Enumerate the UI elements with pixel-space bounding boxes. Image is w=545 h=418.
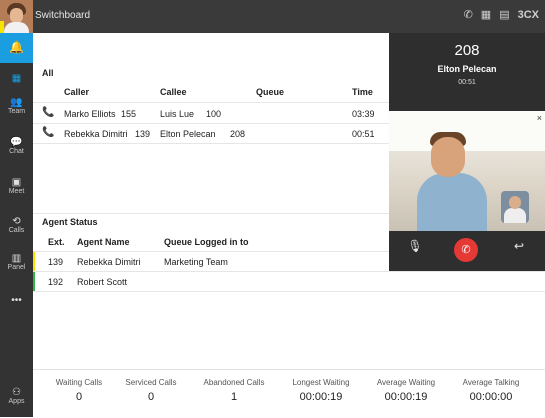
callee-ext: 100	[206, 109, 222, 119]
sidebar-item-label: Calls	[8, 227, 25, 234]
call-time: 00:51	[352, 129, 375, 139]
close-icon[interactable]: ×	[537, 113, 542, 123]
call-contact-name: Elton Pelecan	[437, 64, 497, 74]
divider	[33, 291, 545, 292]
divider	[33, 271, 545, 272]
agent-status-indicator	[33, 272, 35, 291]
chart-icon: ▥	[11, 253, 22, 264]
agent-ext: 139	[48, 257, 64, 267]
stat-average-talking: Average Talking 00:00:00	[462, 378, 520, 403]
apps-icon: ⚇	[12, 387, 21, 398]
sidebar-item-meet[interactable]: ▣ Meet	[0, 177, 33, 205]
column-header-ext: Ext.	[48, 237, 65, 247]
agent-queue: Marketing Team	[164, 257, 228, 267]
column-header-callee: Callee	[160, 87, 187, 97]
sidebar-item-label: Meet	[8, 188, 25, 195]
stat-average-waiting: Average Waiting 00:00:19	[376, 378, 436, 403]
agent-name: Rebekka Dimitri	[77, 257, 141, 267]
call-extension: 208	[454, 42, 480, 59]
bell-icon: 🔔	[9, 40, 24, 54]
stat-serviced-calls: Serviced Calls 0	[125, 378, 177, 403]
agent-ext: 192	[48, 277, 64, 287]
column-header-time: Time	[352, 87, 373, 97]
video-feed: ×	[389, 111, 545, 231]
brand-logo: 3CX	[517, 8, 539, 21]
stat-waiting-calls: Waiting Calls 0	[55, 378, 103, 403]
user-avatar[interactable]	[0, 0, 33, 33]
column-header-queue-logged: Queue Logged in to	[164, 237, 249, 247]
call-time: 03:39	[352, 109, 375, 119]
self-video-preview	[501, 191, 529, 223]
active-call-panel: 208 Elton Pelecan 00:51 × 🎙 ✆ ↩	[389, 33, 545, 271]
sidebar-item-label: Apps	[8, 398, 25, 405]
phone-icon[interactable]: ✆	[464, 8, 473, 21]
sidebar-item-chat[interactable]: 💬 Chat	[0, 137, 33, 165]
top-icons: ✆ ▦ ▤ 3CX	[464, 8, 539, 22]
sidebar-item-label: Chat	[9, 148, 24, 155]
sidebar-item-notifications[interactable]: 🔔	[0, 33, 33, 63]
phone-icon: 📞	[42, 127, 55, 138]
column-header-caller: Caller	[64, 87, 90, 97]
call-controls: 🎙 ✆ ↩	[389, 231, 545, 271]
agent-status-title: Agent Status	[42, 217, 98, 227]
stat-abandoned-calls: Abandoned Calls 1	[203, 378, 265, 403]
column-header-queue: Queue	[256, 87, 285, 97]
caller-name: Marko Elliots	[64, 109, 116, 119]
callee-name: Luis Lue	[160, 109, 195, 119]
microphone-icon[interactable]: 🎙	[403, 239, 427, 253]
caller-ext: 155	[121, 109, 137, 119]
qr-code-icon[interactable]: ▦	[481, 8, 491, 21]
meet-icon: ▣	[11, 177, 22, 188]
windows-icon: ▦	[11, 73, 22, 84]
history-icon: ⟲	[12, 216, 21, 227]
caller-ext: 139	[135, 129, 151, 139]
calls-section-title: All	[42, 68, 54, 78]
more-icon: •••	[11, 295, 22, 306]
caller-name: Rebekka Dimitri	[64, 129, 128, 139]
book-icon[interactable]: ▤	[499, 8, 509, 21]
agent-status-indicator	[33, 252, 35, 271]
chat-icon: 💬	[10, 137, 23, 148]
people-icon: 👥	[10, 97, 23, 108]
callee-ext: 208	[230, 129, 246, 139]
call-duration: 00:51	[458, 79, 476, 86]
sidebar-item-calls[interactable]: ⟲ Calls	[0, 216, 33, 244]
sidebar-item-panel[interactable]: ▥ Panel	[0, 253, 33, 281]
stats-bar: Waiting Calls 0 Serviced Calls 0 Abandoned…	[33, 369, 545, 418]
transfer-icon[interactable]: ↩	[507, 239, 531, 253]
presence-indicator	[0, 21, 4, 33]
app-title: Switchboard	[35, 10, 91, 21]
callee-name: Elton Pelecan	[160, 129, 216, 139]
phone-icon: 📞	[42, 107, 55, 118]
sidebar-item-label: Panel	[7, 264, 26, 271]
sidebar-item-windows[interactable]: ▦	[0, 64, 33, 92]
top-bar: Switchboard ✆ ▦ ▤ 3CX	[0, 0, 545, 33]
sidebar-item-label: Team	[7, 108, 26, 115]
sidebar-item-more[interactable]: •••	[0, 295, 33, 311]
sidebar-item-apps[interactable]: ⚇ Apps	[0, 387, 33, 415]
sidebar-item-team[interactable]: 👥 Team	[0, 97, 33, 125]
agent-name: Robert Scott	[77, 277, 128, 287]
stat-longest-waiting: Longest Waiting 00:00:19	[292, 378, 350, 403]
sidebar: 🔔 ▦ 👥 Team 💬 Chat ▣ Meet ⟲ Calls ▥ Panel…	[0, 33, 33, 417]
column-header-agent-name: Agent Name	[77, 237, 130, 247]
hangup-button[interactable]: ✆	[454, 238, 478, 262]
